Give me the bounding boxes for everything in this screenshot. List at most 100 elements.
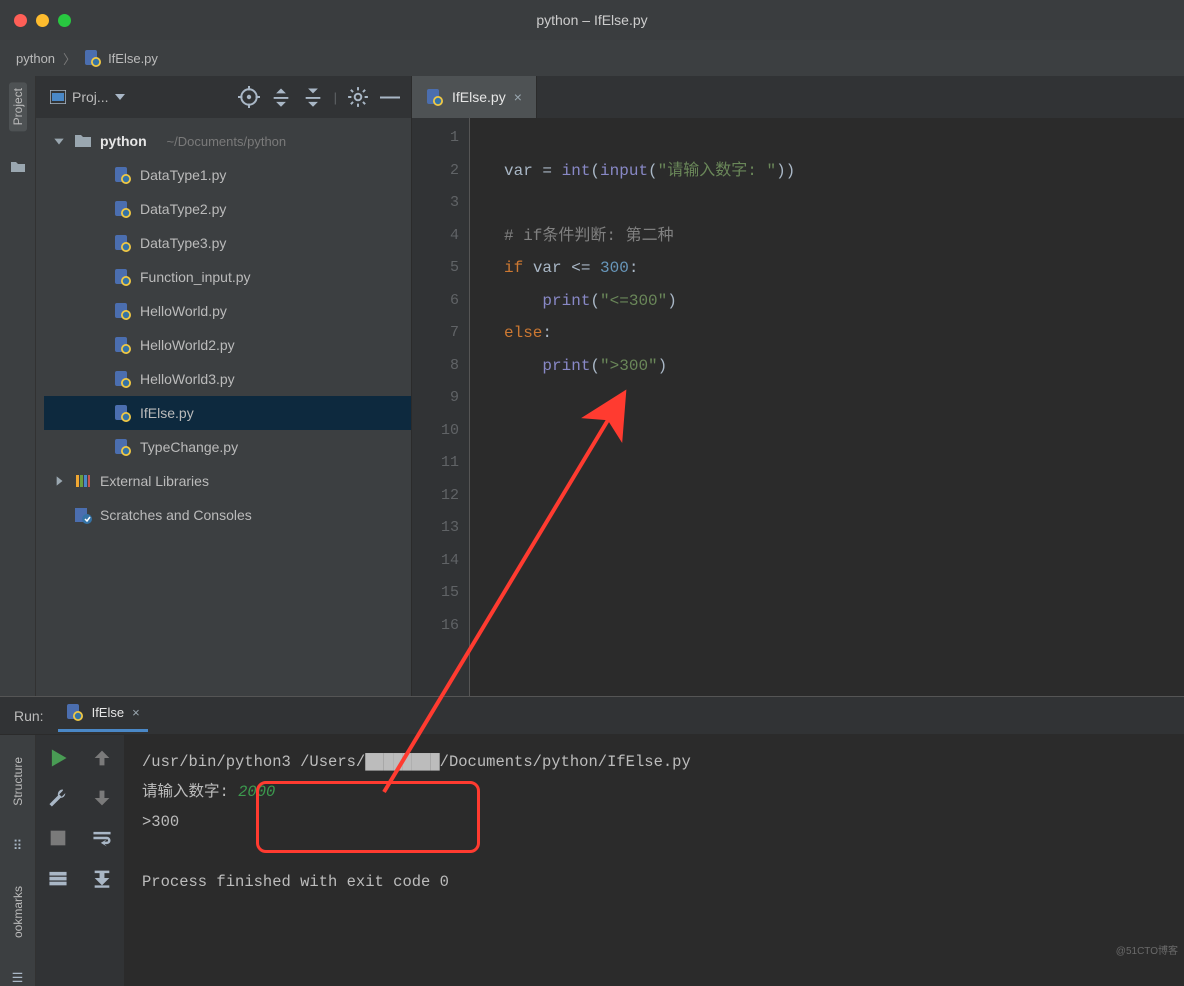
tool-structure[interactable]: Structure — [9, 751, 27, 812]
window-title: python – IfElse.py — [0, 12, 1184, 28]
tree-scratches[interactable]: Scratches and Consoles — [44, 498, 411, 532]
console[interactable]: /usr/bin/python3 /Users/████████/Documen… — [124, 735, 1184, 986]
tree-file[interactable]: IfElse.py — [44, 396, 411, 430]
run-actions-col-2 — [80, 735, 124, 986]
watermark: @51CTO博客 — [1116, 942, 1178, 957]
breadcrumb: python 〉 IfElse.py — [0, 40, 1184, 76]
left-tool-strip: Project — [0, 76, 36, 696]
tree-external-libs[interactable]: External Libraries — [44, 464, 411, 498]
run-body: Structure ⠿ ookmarks ☰ /usr/bin/python3 … — [0, 735, 1184, 986]
run-tab[interactable]: IfElse × — [58, 699, 148, 732]
python-file-icon — [114, 200, 132, 218]
console-prompt: 请输入数字: — [142, 783, 238, 801]
line-number-gutter: 12345678910111213141516 — [412, 118, 470, 696]
tree-file-label: TypeChange.py — [140, 439, 238, 455]
run-tab-label: IfElse — [92, 705, 125, 720]
python-file-icon — [114, 234, 132, 252]
wrench-icon[interactable] — [47, 787, 69, 809]
tree-file-label: HelloWorld3.py — [140, 371, 235, 387]
tree-file[interactable]: TypeChange.py — [44, 430, 411, 464]
chevron-down-icon — [52, 134, 66, 148]
tree-file[interactable]: HelloWorld.py — [44, 294, 411, 328]
left-tool-strip-lower: Structure ⠿ ookmarks ☰ — [0, 735, 36, 986]
tree-file-label: DataType3.py — [140, 235, 226, 251]
tree-file[interactable]: DataType3.py — [44, 226, 411, 260]
soft-wrap-icon[interactable] — [91, 827, 113, 849]
titlebar: python – IfElse.py — [0, 0, 1184, 40]
libraries-icon — [74, 472, 92, 490]
project-tree[interactable]: python ~/Documents/python DataType1.py Da… — [36, 118, 411, 696]
tree-file[interactable]: Function_input.py — [44, 260, 411, 294]
tree-file-label: IfElse.py — [140, 405, 194, 421]
run-label: Run: — [14, 708, 44, 724]
arrow-down-icon[interactable] — [91, 787, 113, 809]
scratches-icon — [74, 506, 92, 524]
python-file-icon — [114, 370, 132, 388]
tree-external-libs-label: External Libraries — [100, 473, 209, 489]
structure-icon[interactable]: ⠿ — [13, 838, 23, 854]
breadcrumb-file-label: IfElse.py — [108, 51, 158, 66]
console-cmd: /usr/bin/python3 /Users/████████/Documen… — [142, 747, 1166, 777]
gear-icon[interactable] — [347, 86, 369, 108]
project-panel: Proj... | — python ~/Documents/python Da… — [36, 76, 412, 696]
scroll-end-icon[interactable] — [91, 867, 113, 889]
rerun-icon[interactable] — [47, 747, 69, 769]
run-header: Run: IfElse × — [0, 697, 1184, 735]
tree-root[interactable]: python ~/Documents/python — [44, 124, 411, 158]
tree-file-label: HelloWorld2.py — [140, 337, 235, 353]
python-file-icon — [114, 438, 132, 456]
tree-file[interactable]: HelloWorld2.py — [44, 328, 411, 362]
tree-root-path: ~/Documents/python — [167, 134, 287, 149]
hide-panel-icon[interactable]: — — [379, 86, 401, 108]
python-file-icon — [114, 166, 132, 184]
editor-tab-ifelse[interactable]: IfElse.py × — [412, 76, 537, 118]
close-icon[interactable]: × — [514, 89, 522, 105]
python-file-icon — [114, 336, 132, 354]
main-area: Project Proj... | — python ~/ — [0, 76, 1184, 696]
editor-tab-label: IfElse.py — [452, 89, 506, 105]
breadcrumb-file[interactable]: IfElse.py — [84, 49, 158, 67]
python-file-icon — [84, 49, 102, 67]
tree-file[interactable]: HelloWorld3.py — [44, 362, 411, 396]
tool-bookmarks[interactable]: ookmarks — [9, 880, 27, 944]
run-panel: Run: IfElse × Structure ⠿ ookmarks ☰ /us… — [0, 696, 1184, 986]
console-input: 2000 — [238, 783, 275, 801]
project-toolbar: Proj... | — — [36, 76, 411, 118]
python-file-icon — [426, 88, 444, 106]
tree-scratches-label: Scratches and Consoles — [100, 507, 252, 523]
editor-tabs: IfElse.py × — [412, 76, 1184, 118]
python-file-icon — [114, 404, 132, 422]
layout-icon[interactable] — [47, 867, 69, 889]
target-icon[interactable] — [238, 86, 260, 108]
stop-icon[interactable] — [47, 827, 69, 849]
python-file-icon — [114, 268, 132, 286]
breadcrumb-root[interactable]: python — [16, 51, 55, 66]
panel-icon — [50, 90, 66, 104]
close-icon[interactable]: × — [132, 705, 140, 720]
tree-file[interactable]: DataType1.py — [44, 158, 411, 192]
arrow-up-icon[interactable] — [91, 747, 113, 769]
tree-root-name: python — [100, 133, 147, 149]
chevron-right-icon — [52, 474, 66, 488]
folder-icon[interactable] — [10, 159, 26, 175]
bookmarks-icon[interactable]: ☰ — [12, 970, 24, 986]
chevron-down-icon — [115, 94, 125, 100]
python-file-icon — [114, 302, 132, 320]
tree-file-label: DataType1.py — [140, 167, 226, 183]
tree-file[interactable]: DataType2.py — [44, 192, 411, 226]
console-output: >300 — [142, 807, 1166, 837]
tree-file-label: Function_input.py — [140, 269, 251, 285]
console-exit: Process finished with exit code 0 — [142, 867, 1166, 897]
python-file-icon — [66, 703, 84, 721]
folder-icon — [74, 132, 92, 150]
editor-body[interactable]: 12345678910111213141516 var = int(input(… — [412, 118, 1184, 696]
tool-project[interactable]: Project — [9, 82, 27, 131]
code-area[interactable]: var = int(input("请输入数字: ")) # if条件判断: 第二… — [470, 118, 1184, 696]
collapse-all-icon[interactable] — [302, 86, 324, 108]
expand-all-icon[interactable] — [270, 86, 292, 108]
tree-file-label: DataType2.py — [140, 201, 226, 217]
project-panel-title[interactable]: Proj... — [50, 89, 125, 105]
tree-file-label: HelloWorld.py — [140, 303, 227, 319]
run-actions-col-1 — [36, 735, 80, 986]
editor: IfElse.py × 12345678910111213141516 var … — [412, 76, 1184, 696]
